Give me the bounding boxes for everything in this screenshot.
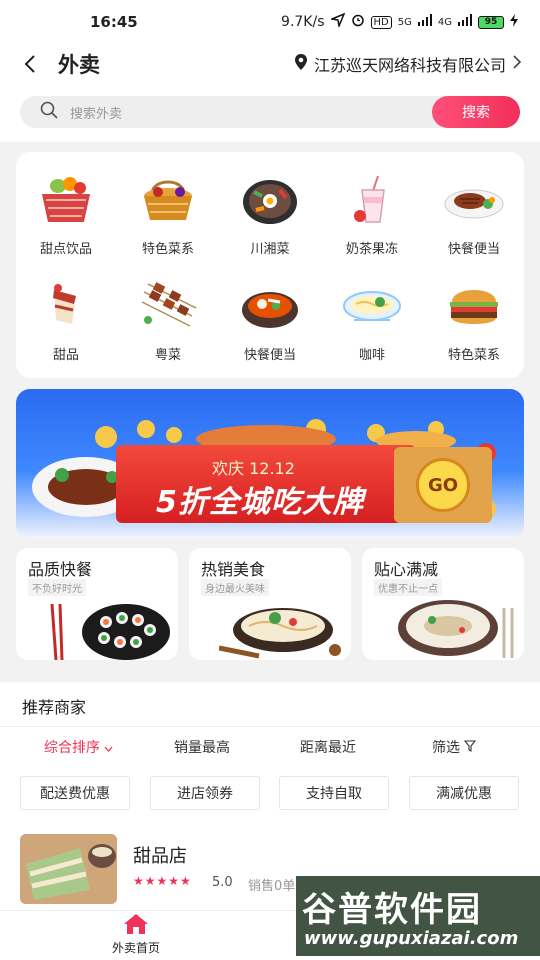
milkshake-icon xyxy=(342,172,402,228)
banner-headline: 5折全城吃大牌 xyxy=(156,485,364,520)
network-5g: 5G xyxy=(397,16,412,28)
category-label: 特色菜系 xyxy=(141,242,194,257)
noodle-dish-icon xyxy=(219,608,341,659)
category-item[interactable]: 快餐便当 xyxy=(220,278,320,378)
category-grid: 甜点饮品 特色菜系 川湘菜 奶茶果冻 快餐便当 甜品 粤菜 快餐便当 咖啡 特色… xyxy=(16,152,524,378)
nav-bar: 外卖 江苏巡天网络科技有限公司 xyxy=(0,44,540,84)
promo-card[interactable]: 贴心满减 优惠不止一点 xyxy=(362,548,524,660)
filter-chip[interactable]: 配送费优惠 xyxy=(20,776,130,810)
banner-subtitle: 欢庆 12.12 xyxy=(212,459,295,478)
tab-home[interactable]: 外卖首页 xyxy=(104,913,168,956)
category-label: 咖啡 xyxy=(358,348,385,363)
noodle-bowl-icon xyxy=(342,278,402,334)
category-label: 粤菜 xyxy=(154,348,181,363)
sort-tab-filter[interactable]: 筛选 xyxy=(432,737,477,757)
search-icon xyxy=(40,101,58,123)
filter-label: 筛选 xyxy=(432,740,460,756)
category-label: 川湘菜 xyxy=(250,242,290,257)
cake-icon xyxy=(36,278,96,334)
category-label: 甜点饮品 xyxy=(39,242,92,257)
banner-go-panel: GO xyxy=(394,447,492,523)
category-item[interactable]: 咖啡 xyxy=(322,278,422,378)
home-icon xyxy=(124,914,148,934)
promo-subtitle: 不负好时光 xyxy=(28,579,86,596)
chevron-right-icon xyxy=(512,54,522,74)
promo-subtitle: 优惠不止一点 xyxy=(374,579,442,596)
category-label: 甜品 xyxy=(52,348,79,363)
status-time: 16:45 xyxy=(90,13,138,31)
network-speed: 9.7K/s xyxy=(281,14,325,30)
hd-badge: HD xyxy=(370,15,392,29)
category-label: 奶茶果冻 xyxy=(345,242,398,257)
category-label: 快餐便当 xyxy=(447,242,500,257)
promo-title: 品质快餐 xyxy=(28,560,93,579)
location-text: 江苏巡天网络科技有限公司 xyxy=(313,56,506,75)
bread-basket-icon xyxy=(138,172,198,228)
filter-chip[interactable]: 进店领券 xyxy=(150,776,260,810)
page-title: 外卖 xyxy=(58,53,100,77)
steak-plate-icon xyxy=(444,172,504,228)
watermark-url: www.gupuxiazai.com xyxy=(304,928,519,949)
chevron-down-icon xyxy=(104,746,113,752)
go-button[interactable]: GO xyxy=(416,458,470,512)
fish-soup-icon xyxy=(398,600,514,658)
back-arrow-icon[interactable] xyxy=(18,52,42,76)
store-image xyxy=(20,834,117,904)
tab-home-label: 外卖首页 xyxy=(111,941,160,955)
rating-stars: ★★★★★ xyxy=(133,874,192,888)
filter-chip[interactable]: 支持自取 xyxy=(279,776,389,810)
category-label: 特色菜系 xyxy=(447,348,500,363)
promo-card[interactable]: 品质快餐 不负好时光 xyxy=(16,548,178,660)
rating-score: 5.0 xyxy=(212,875,233,890)
alarm-icon xyxy=(351,13,365,31)
store-name: 甜品店 xyxy=(133,846,187,867)
burger-icon xyxy=(444,278,504,334)
signal-icon xyxy=(417,14,432,30)
skewers-icon xyxy=(138,278,198,334)
watermark-text: 谷普软件园 xyxy=(302,890,482,930)
filter-icon xyxy=(464,740,477,752)
divider xyxy=(0,726,540,727)
category-item[interactable]: 粤菜 xyxy=(118,278,218,378)
filter-chip[interactable]: 满减优惠 xyxy=(409,776,519,810)
promo-title: 热销美食 xyxy=(201,560,266,579)
category-item[interactable]: 特色菜系 xyxy=(118,172,218,272)
category-item[interactable]: 特色菜系 xyxy=(424,278,524,378)
location-pin-icon xyxy=(294,53,308,75)
network-4g: 4G xyxy=(437,16,452,28)
location-arrow-icon xyxy=(328,12,345,31)
sort-tab-comprehensive[interactable]: 综合排序 xyxy=(44,737,113,757)
category-item[interactable]: 快餐便当 xyxy=(424,172,524,272)
search-bar: 搜索外卖 搜索 xyxy=(0,84,540,142)
promo-subtitle: 身边最火美味 xyxy=(201,579,269,596)
promo-card[interactable]: 热销美食 身边最火美味 xyxy=(189,548,351,660)
promo-banner[interactable]: 欢庆 12.12 5折全城吃大牌 GO xyxy=(16,389,524,539)
sushi-platter-icon xyxy=(50,603,170,660)
category-item[interactable]: 甜品 xyxy=(16,278,116,378)
section-title: 推荐商家 xyxy=(22,698,87,717)
category-item[interactable]: 甜点饮品 xyxy=(16,172,116,272)
sales-count: 销售0单 xyxy=(248,879,296,894)
sort-tab-distance[interactable]: 距离最近 xyxy=(300,737,356,757)
search-placeholder: 搜索外卖 xyxy=(70,106,123,122)
hotpot-icon xyxy=(240,278,300,334)
watermark-logo: 谷普软件园 www.gupuxiazai.com xyxy=(296,876,540,956)
search-button[interactable]: 搜索 xyxy=(432,96,520,128)
location-selector[interactable]: 江苏巡天网络科技有限公司 xyxy=(294,52,522,76)
status-bar: 16:45 9.7K/s HD 5G 4G 95 xyxy=(0,0,540,44)
bibimbap-icon xyxy=(240,172,300,228)
battery-indicator: 95 xyxy=(478,15,504,29)
signal-icon xyxy=(458,14,472,30)
search-input[interactable]: 搜索外卖 搜索 xyxy=(20,96,520,128)
charging-icon xyxy=(510,13,518,31)
fruit-basket-icon xyxy=(36,172,96,228)
sort-tab-sales[interactable]: 销量最高 xyxy=(174,737,230,757)
category-item[interactable]: 奶茶果冻 xyxy=(322,172,422,272)
status-icons: 9.7K/s HD 5G 4G 95 xyxy=(281,12,518,31)
category-item[interactable]: 川湘菜 xyxy=(220,172,320,272)
category-label: 快餐便当 xyxy=(243,348,296,363)
promo-title: 贴心满减 xyxy=(374,560,439,579)
sort-label: 综合排序 xyxy=(44,740,100,756)
